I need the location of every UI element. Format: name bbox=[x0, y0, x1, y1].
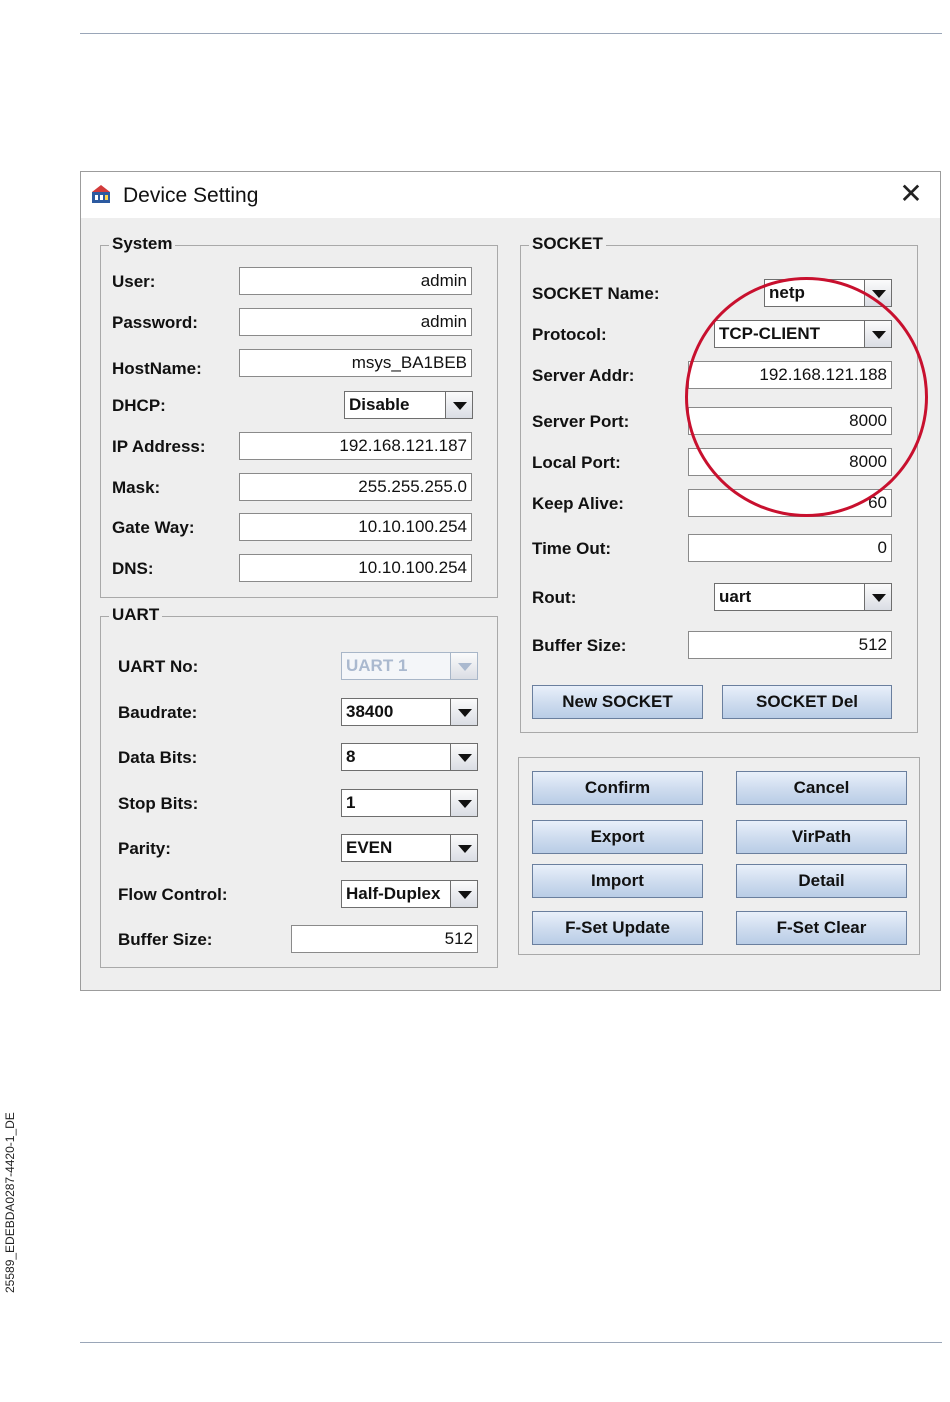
top-rule bbox=[80, 33, 942, 34]
uart-buffer-size-field[interactable]: 512 bbox=[291, 925, 478, 953]
hostname-label: HostName: bbox=[112, 359, 202, 378]
server-port-field[interactable]: 8000 bbox=[688, 407, 892, 435]
parity-value: EVEN bbox=[346, 838, 393, 857]
parity-label: Parity: bbox=[118, 839, 171, 858]
stop-bits-value: 1 bbox=[346, 793, 356, 812]
protocol-value: TCP-CLIENT bbox=[719, 324, 821, 343]
data-bits-label: Data Bits: bbox=[118, 748, 198, 767]
chevron-down-icon[interactable] bbox=[445, 392, 472, 418]
socket-group-title: SOCKET bbox=[529, 234, 606, 254]
chevron-down-icon[interactable] bbox=[864, 584, 891, 610]
new-socket-button[interactable]: New SOCKET bbox=[532, 685, 703, 719]
chevron-down-icon[interactable] bbox=[450, 790, 477, 816]
chevron-down-icon[interactable] bbox=[450, 881, 477, 907]
baudrate-label: Baudrate: bbox=[118, 703, 198, 722]
stop-bits-label: Stop Bits: bbox=[118, 794, 199, 813]
local-port-field[interactable]: 8000 bbox=[688, 448, 892, 476]
uart-no-select: UART 1 bbox=[341, 652, 478, 680]
socket-del-button[interactable]: SOCKET Del bbox=[722, 685, 892, 719]
data-bits-value: 8 bbox=[346, 747, 356, 766]
cancel-button[interactable]: Cancel bbox=[736, 771, 907, 805]
uart-buffer-size-label: Buffer Size: bbox=[118, 930, 213, 949]
flow-control-select[interactable]: Half-Duplex bbox=[341, 880, 478, 908]
stop-bits-select[interactable]: 1 bbox=[341, 789, 478, 817]
gateway-label: Gate Way: bbox=[112, 518, 195, 537]
title-bar[interactable]: Device Setting ✕ bbox=[81, 172, 940, 218]
server-addr-field[interactable]: 192.168.121.188 bbox=[688, 361, 892, 389]
close-icon[interactable]: ✕ bbox=[896, 180, 926, 210]
hostname-field[interactable]: msys_BA1BEB bbox=[239, 349, 472, 377]
chevron-down-icon[interactable] bbox=[450, 699, 477, 725]
mask-label: Mask: bbox=[112, 478, 161, 497]
parity-select[interactable]: EVEN bbox=[341, 834, 478, 862]
gateway-field[interactable]: 10.10.100.254 bbox=[239, 513, 472, 541]
rout-select[interactable]: uart bbox=[714, 583, 892, 611]
bottom-rule bbox=[80, 1342, 942, 1343]
keep-alive-field[interactable]: 60 bbox=[688, 489, 892, 517]
uart-no-label: UART No: bbox=[118, 657, 199, 676]
socket-buffer-size-field[interactable]: 512 bbox=[688, 631, 892, 659]
system-group: System bbox=[100, 234, 498, 598]
dhcp-value: Disable bbox=[349, 395, 410, 414]
baudrate-value: 38400 bbox=[346, 702, 394, 721]
socket-name-value: netp bbox=[769, 283, 805, 302]
chevron-down-icon[interactable] bbox=[864, 280, 891, 306]
import-button[interactable]: Import bbox=[532, 864, 703, 898]
virpath-button[interactable]: VirPath bbox=[736, 820, 907, 854]
server-port-label: Server Port: bbox=[532, 412, 630, 431]
uart-no-value: UART 1 bbox=[346, 656, 408, 675]
socket-name-select[interactable]: netp bbox=[764, 279, 892, 307]
protocol-select[interactable]: TCP-CLIENT bbox=[714, 320, 892, 348]
local-port-label: Local Port: bbox=[532, 453, 621, 472]
password-field[interactable]: admin bbox=[239, 308, 472, 336]
ip-address-field[interactable]: 192.168.121.187 bbox=[239, 432, 472, 460]
uart-group-title: UART bbox=[109, 605, 163, 625]
keep-alive-label: Keep Alive: bbox=[532, 494, 624, 513]
ip-address-label: IP Address: bbox=[112, 437, 206, 456]
user-label: User: bbox=[112, 272, 156, 291]
server-addr-label: Server Addr: bbox=[532, 366, 635, 385]
socket-buffer-size-label: Buffer Size: bbox=[532, 636, 627, 655]
chevron-down-icon[interactable] bbox=[450, 744, 477, 770]
rout-label: Rout: bbox=[532, 588, 577, 607]
dns-label: DNS: bbox=[112, 559, 154, 578]
user-field[interactable]: admin bbox=[239, 267, 472, 295]
export-button[interactable]: Export bbox=[532, 820, 703, 854]
window-title: Device Setting bbox=[123, 184, 259, 207]
dhcp-label: DHCP: bbox=[112, 396, 166, 415]
detail-button[interactable]: Detail bbox=[736, 864, 907, 898]
protocol-label: Protocol: bbox=[532, 325, 607, 344]
system-group-title: System bbox=[109, 234, 176, 254]
chevron-down-icon[interactable] bbox=[450, 835, 477, 861]
data-bits-select[interactable]: 8 bbox=[341, 743, 478, 771]
fset-clear-button[interactable]: F-Set Clear bbox=[736, 911, 907, 945]
mask-field[interactable]: 255.255.255.0 bbox=[239, 473, 472, 501]
baudrate-select[interactable]: 38400 bbox=[341, 698, 478, 726]
dns-field[interactable]: 10.10.100.254 bbox=[239, 554, 472, 582]
dhcp-select[interactable]: Disable bbox=[344, 391, 473, 419]
rout-value: uart bbox=[719, 587, 752, 606]
chevron-down-icon bbox=[450, 653, 477, 679]
password-label: Password: bbox=[112, 313, 198, 332]
time-out-label: Time Out: bbox=[532, 539, 612, 558]
confirm-button[interactable]: Confirm bbox=[532, 771, 703, 805]
fset-update-button[interactable]: F-Set Update bbox=[532, 911, 703, 945]
app-icon bbox=[92, 185, 110, 203]
flow-control-label: Flow Control: bbox=[118, 885, 228, 904]
document-code: 25589_EDEBDA0287-4420-1_DE bbox=[3, 1112, 17, 1293]
time-out-field[interactable]: 0 bbox=[688, 534, 892, 562]
chevron-down-icon[interactable] bbox=[864, 321, 891, 347]
device-setting-dialog: Device Setting ✕ System User: admin Pass… bbox=[80, 171, 941, 991]
socket-name-label: SOCKET Name: bbox=[532, 284, 660, 303]
flow-control-value: Half-Duplex bbox=[346, 884, 441, 903]
